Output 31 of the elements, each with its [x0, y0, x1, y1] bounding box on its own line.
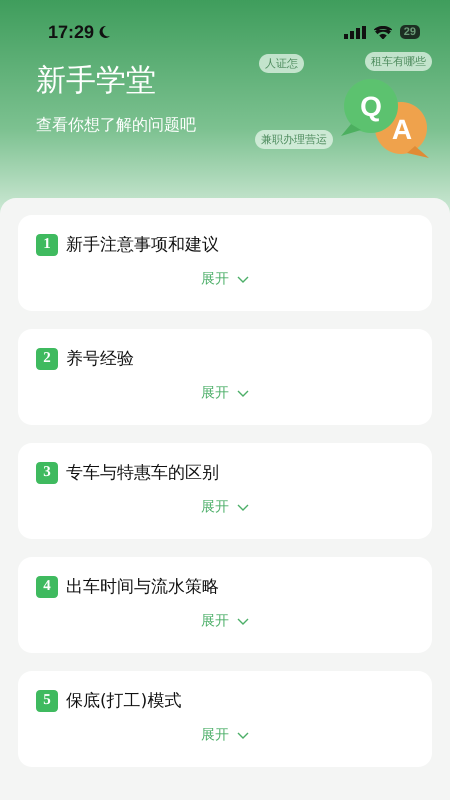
chat-bubbles-drawing: Q A — [339, 76, 431, 160]
expand-toggle[interactable]: 展开 — [201, 270, 249, 288]
chevron-icon — [237, 390, 249, 396]
question-title: 专车与特惠车的区别 — [66, 462, 219, 484]
question-title: 养号经验 — [66, 348, 134, 370]
signal-icon — [344, 26, 366, 38]
page-title: 新手学堂 — [36, 62, 157, 100]
expand-toggle[interactable]: 展开 — [201, 498, 249, 516]
number-badge: 1 — [36, 234, 58, 256]
status-time: 17:29 — [48, 22, 94, 42]
chevron-icon — [237, 732, 249, 738]
expand-toggle[interactable]: 展开 — [201, 726, 249, 744]
moon-icon — [98, 25, 112, 39]
battery-level: 29 — [400, 25, 420, 39]
number-badge: 2 — [36, 348, 58, 370]
expand-toggle[interactable]: 展开 — [201, 612, 249, 630]
chevron-icon — [237, 618, 249, 624]
page-subtitle: 查看你想了解的问题吧 — [36, 115, 196, 136]
number-badge: 4 — [36, 576, 58, 598]
expand-toggle[interactable]: 展开 — [201, 384, 249, 402]
question-tag: 人证怎 — [259, 54, 304, 73]
chevron-icon — [237, 504, 249, 510]
question-tag: 租车有哪些 — [365, 52, 432, 71]
number-badge: 5 — [36, 690, 58, 712]
question-title: 新手注意事项和建议 — [66, 234, 219, 256]
question-tag: 兼职办理营运 — [255, 130, 333, 149]
number-badge: 3 — [36, 462, 58, 484]
question-title: 出车时间与流水策略 — [66, 576, 219, 598]
question-title: 保底(打工)模式 — [66, 690, 182, 712]
chevron-icon — [237, 276, 249, 282]
wifi-icon — [374, 26, 392, 38]
